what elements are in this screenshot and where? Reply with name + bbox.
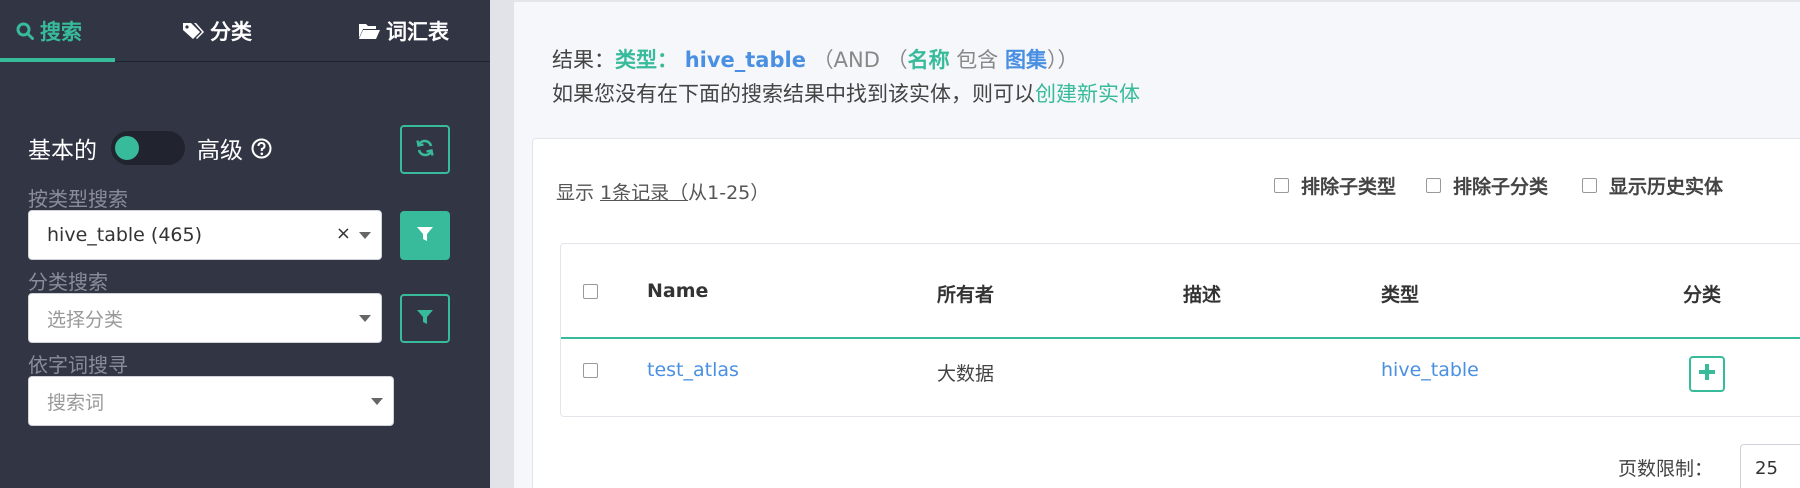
column-header-classification[interactable]: 分类 (1683, 280, 1721, 307)
sidebar: 搜索 分类 词汇表 基本的 高级 按类型搜索 hive_table (465) … (0, 0, 490, 488)
table-header-row: Name 所有者 描述 类型 分类 (561, 244, 1800, 339)
exclude-subclassifications-label: 排除子分类 (1453, 176, 1549, 198)
show-historical-checkbox[interactable] (1582, 178, 1597, 193)
tags-icon (182, 21, 204, 41)
exclude-subtypes-label: 排除子类型 (1301, 176, 1397, 198)
exclude-subtypes-checkbox[interactable] (1274, 178, 1289, 193)
tab-search-label: 搜索 (40, 20, 82, 44)
page-limit-input[interactable]: 25 (1740, 444, 1800, 488)
row-checkbox[interactable] (583, 363, 598, 378)
active-tab-indicator (0, 58, 115, 62)
show-historical-label: 显示历史实体 (1609, 176, 1724, 198)
type-search-value: hive_table (465) (47, 224, 203, 246)
exclude-subtypes-option[interactable]: 排除子类型 (1274, 172, 1396, 199)
search-mode-row: 基本的 高级 (28, 128, 272, 168)
exclude-subclassifications-checkbox[interactable] (1426, 178, 1441, 193)
tab-classification-label: 分类 (210, 20, 252, 44)
column-header-owner[interactable]: 所有者 (937, 280, 994, 307)
chevron-down-icon (359, 315, 371, 322)
sidebar-tabs: 搜索 分类 词汇表 (0, 0, 490, 62)
showing-range: 从1-25） (688, 182, 770, 204)
classification-filter-button[interactable] (400, 294, 450, 343)
tab-search[interactable]: 搜索 (16, 0, 82, 62)
advanced-mode-label: 高级 (197, 138, 243, 164)
basic-mode-label: 基本的 (28, 138, 97, 164)
result-prefix: 结果： (552, 48, 615, 72)
entity-name-link[interactable]: test_atlas (647, 359, 739, 381)
search-mode-toggle[interactable] (111, 131, 185, 165)
create-entity-hint: 如果您没有在下面的搜索结果中找到该实体，则可以创建新实体 (552, 78, 1140, 108)
result-contains-value: 图集 (1004, 48, 1047, 72)
filter-icon (416, 225, 434, 247)
main-content: 结果：类型： hive_table （AND （名称 包含 图集）） 如果您没有… (514, 0, 1800, 488)
column-header-name[interactable]: Name (647, 280, 708, 302)
classification-select[interactable]: 选择分类 (28, 293, 382, 343)
add-classification-button[interactable] (1689, 356, 1725, 392)
sidebar-divider[interactable] (490, 0, 514, 488)
entity-type-link[interactable]: hive_table (1381, 359, 1479, 381)
folder-open-icon (358, 22, 380, 40)
column-header-description[interactable]: 描述 (1183, 280, 1221, 307)
type-search-select[interactable]: hive_table (465) × (28, 210, 382, 260)
entity-owner: 大数据 (937, 363, 995, 385)
create-entity-link[interactable]: 创建新实体 (1035, 82, 1140, 106)
search-icon (16, 22, 34, 40)
column-header-type[interactable]: 类型 (1381, 280, 1419, 307)
search-result-summary: 结果：类型： hive_table （AND （名称 包含 图集）） (552, 44, 1078, 74)
top-border (514, 0, 1800, 2)
type-search-label: 按类型搜索 (28, 187, 128, 211)
toggle-knob (115, 136, 139, 160)
result-paren-open: （ (886, 48, 908, 72)
term-search-label: 依字词搜寻 (28, 353, 128, 377)
result-name-label: 名称 (907, 48, 950, 72)
chevron-down-icon (371, 398, 383, 405)
question-circle-icon[interactable] (251, 138, 272, 159)
filter-icon (416, 308, 434, 330)
showing-count: 1条记录（ (600, 182, 689, 204)
term-select[interactable]: 搜索词 (28, 376, 394, 426)
exclude-subclassifications-option[interactable]: 排除子分类 (1426, 172, 1548, 199)
results-table: Name 所有者 描述 类型 分类 test_atlas 大数据 hive_ta… (560, 243, 1800, 417)
show-historical-option[interactable]: 显示历史实体 (1582, 172, 1723, 199)
record-count: 显示 1条记录（从1-25） (556, 178, 769, 205)
term-placeholder: 搜索词 (47, 391, 105, 414)
result-type-label: 类型： (615, 48, 678, 72)
page-limit-label: 页数限制： (1618, 458, 1714, 480)
hint-text: 如果您没有在下面的搜索结果中找到该实体，则可以 (552, 82, 1035, 106)
type-filter-button[interactable] (400, 211, 450, 260)
tab-glossary-label: 词汇表 (386, 20, 449, 44)
chevron-down-icon (359, 232, 371, 239)
result-paren-close: ）） (1046, 48, 1079, 72)
classification-placeholder: 选择分类 (47, 308, 124, 331)
plus-icon (1698, 363, 1716, 385)
result-contains: 包含 (956, 48, 999, 72)
result-operator: （AND (812, 48, 880, 72)
select-all-checkbox[interactable] (583, 284, 598, 299)
refresh-button[interactable] (400, 125, 450, 174)
refresh-icon (415, 138, 435, 162)
showing-prefix: 显示 (556, 182, 601, 204)
result-type-value: hive_table (684, 48, 806, 72)
tab-glossary[interactable]: 词汇表 (358, 0, 449, 62)
tab-classification[interactable]: 分类 (182, 0, 252, 62)
clear-selection-icon[interactable]: × (336, 223, 351, 244)
classification-search-label: 分类搜索 (28, 270, 108, 294)
